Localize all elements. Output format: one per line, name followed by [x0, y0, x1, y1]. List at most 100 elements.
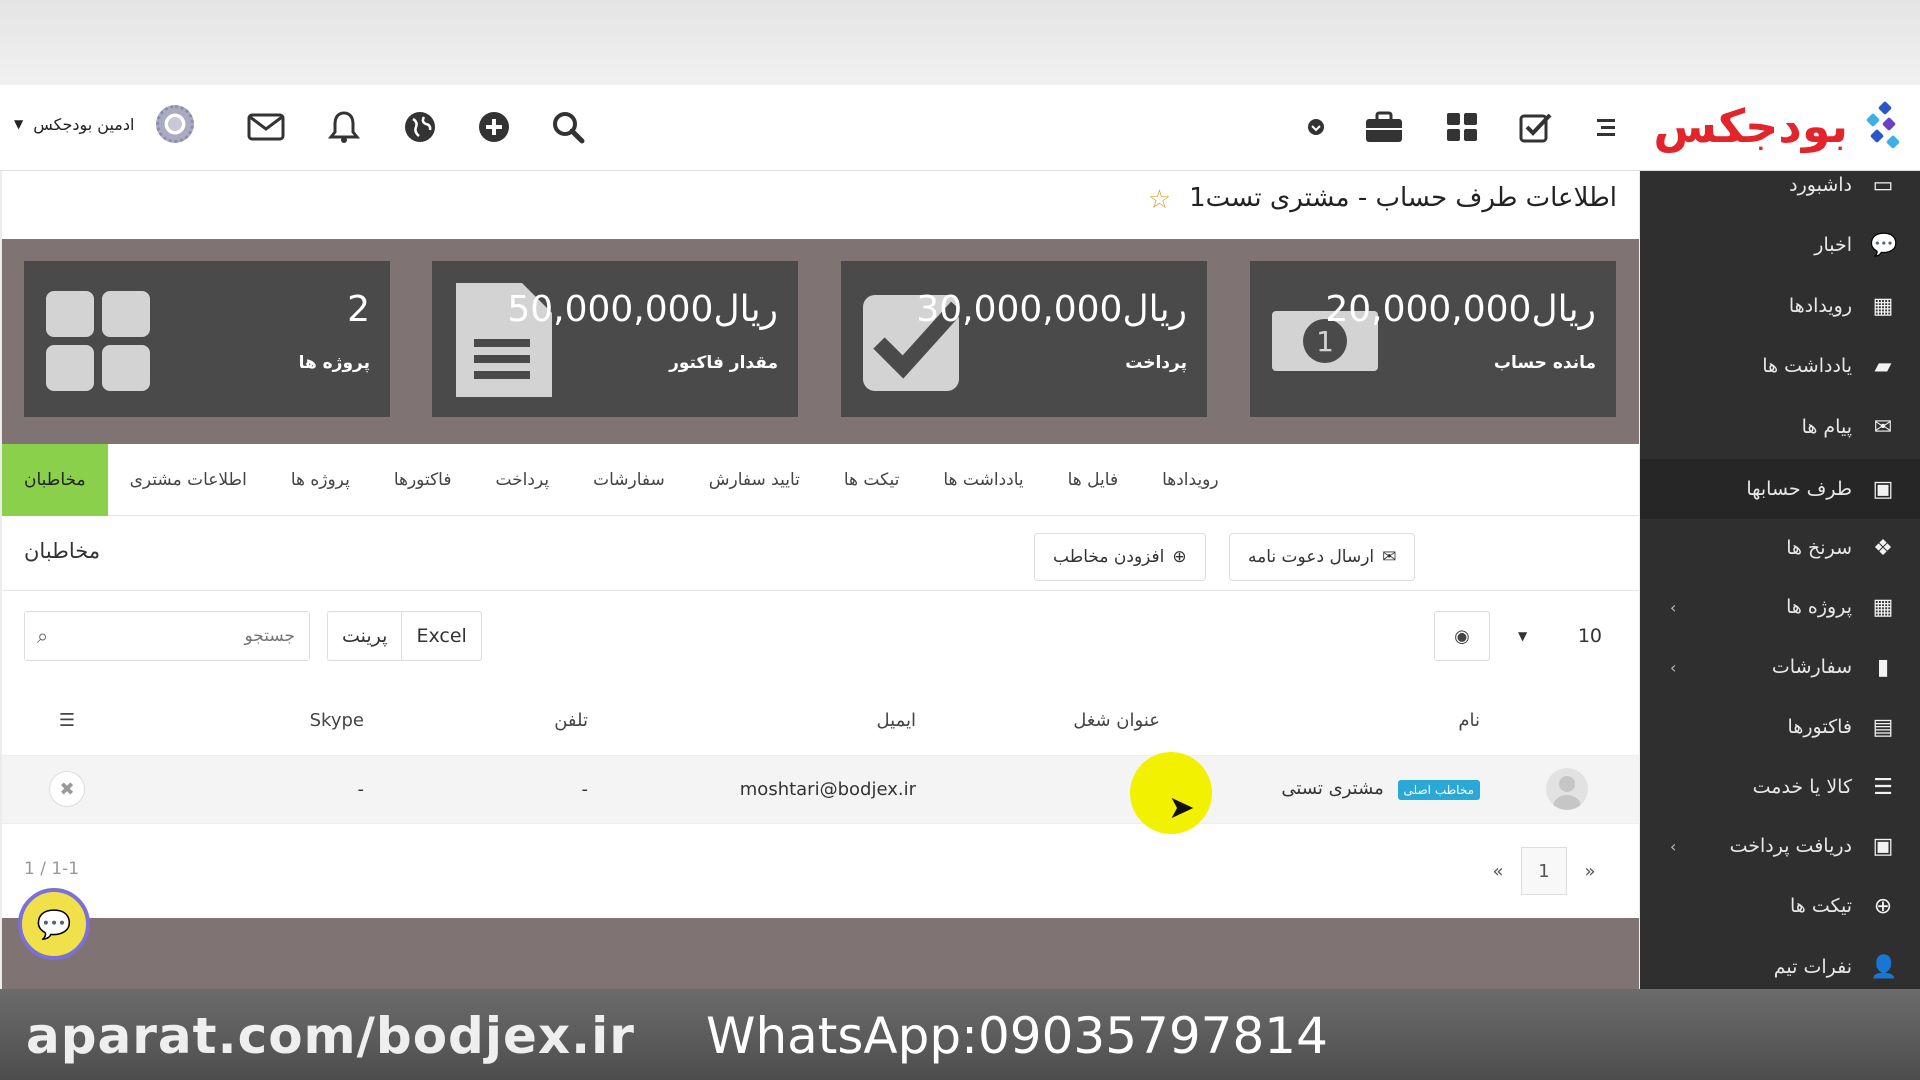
prev-page-button[interactable]: «: [1475, 847, 1521, 895]
tab-notes[interactable]: یادداشت ها: [921, 444, 1045, 516]
briefcase-icon[interactable]: [1364, 107, 1404, 147]
tab-tickets[interactable]: تیکت ها: [822, 444, 922, 516]
sidebar-item-messages[interactable]: پیام ها ✉: [1640, 397, 1920, 457]
caret-down-icon: ▼: [1518, 629, 1528, 643]
delete-cell: ✖: [2, 755, 132, 824]
app-header: بودجکس ▼ ادمین بودجکس: [0, 85, 1920, 171]
table-header-row: ☰ Skype تلفن ایمیل عنوان شغل نام: [2, 687, 1639, 756]
sidebar-item-payments[interactable]: ‹ دریافت پرداخت ▣: [1640, 816, 1920, 876]
tab-customer-info[interactable]: اطلاعات مشتری: [108, 444, 269, 516]
contacts-table: ☰ Skype تلفن ایمیل عنوان شغل نام ✖ - - m…: [2, 687, 1639, 824]
sidebar-item-news[interactable]: اخبار 💬: [1640, 215, 1920, 275]
logo-text: بودجکس: [1653, 99, 1848, 153]
video-watermark: aparat.com/bodjex.ir WhatsApp:0903579781…: [0, 989, 1920, 1080]
avatar: [1545, 768, 1588, 810]
tabs: رویدادها فایل ها یادداشت ها تیکت ها تایی…: [2, 444, 1639, 516]
user-icon: 👤: [1870, 954, 1898, 980]
bell-icon[interactable]: [324, 107, 364, 147]
search-icon: ⌕: [37, 624, 49, 648]
globe-icon[interactable]: [400, 107, 440, 147]
sidebar-item-projects[interactable]: ‹ پروژه ها ▦: [1640, 577, 1920, 637]
sidebar-item-orders[interactable]: ‹ سفارشات ▮: [1640, 637, 1920, 697]
tab-invoices[interactable]: فاکتورها: [372, 444, 474, 516]
page-size-select[interactable]: ▼ 10: [1504, 611, 1616, 661]
tab-contacts[interactable]: مخاطبان: [2, 444, 108, 516]
table-toolbar: ⌕ پرینت Excel ◉ ▼ 10: [2, 591, 1639, 687]
sidebar-item-label: اخبار: [1814, 234, 1852, 256]
plus-circle-icon[interactable]: [474, 107, 514, 147]
grid-icon[interactable]: [1442, 107, 1482, 147]
calendar-icon: ▦: [1872, 293, 1894, 319]
record-count: 1 / 1-1: [24, 859, 80, 879]
cell-skype: -: [132, 755, 378, 824]
sidebar-item-leads[interactable]: سرنخ ها ❖: [1640, 518, 1920, 578]
cell-email[interactable]: moshtari@bodjex.ir: [602, 755, 930, 824]
sidebar-item-label: پیام ها: [1801, 416, 1852, 438]
column-menu-icon[interactable]: ☰: [2, 687, 132, 756]
envelope-icon[interactable]: [246, 107, 286, 147]
sidebar-item-label: کالا یا خدمت: [1752, 776, 1852, 798]
eye-slash-icon[interactable]: ◉: [1434, 611, 1490, 661]
sidebar-item-label: نفرات تیم: [1773, 956, 1852, 978]
cell-avatar: [1494, 755, 1639, 824]
tab-payment[interactable]: پرداخت: [473, 444, 571, 516]
print-button[interactable]: پرینت: [328, 612, 401, 660]
column-email[interactable]: ایمیل: [602, 687, 930, 756]
sidebar-item-team[interactable]: نفرات تیم 👤: [1640, 937, 1920, 997]
user-menu[interactable]: ▼ ادمین بودجکس: [14, 105, 195, 143]
tab-files[interactable]: فایل ها: [1046, 444, 1140, 516]
close-icon[interactable]: ✖: [49, 771, 85, 807]
list-icon[interactable]: [1586, 107, 1626, 147]
sidebar-item-dashboard[interactable]: داشبورد ▭: [1640, 155, 1920, 215]
sidebar-item-tickets[interactable]: تیکت ها ⊕: [1640, 876, 1920, 936]
chevron-left-icon: ‹: [1670, 597, 1677, 617]
column-skype[interactable]: Skype: [132, 687, 378, 756]
heart-icon[interactable]: [1296, 107, 1336, 147]
file-text-icon: ▤: [1872, 714, 1894, 740]
monitor-icon: ▭: [1872, 172, 1894, 198]
stat-value: ریال30,000,000: [916, 289, 1187, 330]
star-icon[interactable]: ☆: [1148, 185, 1171, 215]
cell-phone: -: [378, 755, 602, 824]
sidebar-item-label: یادداشت ها: [1762, 355, 1852, 377]
cursor-arrow-icon: ➤: [1168, 788, 1195, 826]
add-contact-label: افزودن مخاطب: [1053, 547, 1165, 567]
tab-orders[interactable]: سفارشات: [571, 444, 687, 516]
page-title-bar: اطلاعات طرف حساب - مشتری تست1 ☆: [2, 171, 1639, 239]
sidebar-item-events[interactable]: رویدادها ▦: [1640, 276, 1920, 336]
window-top-bar: [0, 0, 1920, 85]
contact-name-link[interactable]: مشتری تستی: [1281, 778, 1383, 799]
excel-button[interactable]: Excel: [401, 612, 480, 660]
tab-order-approval[interactable]: تایید سفارش: [687, 444, 822, 516]
column-phone[interactable]: تلفن: [378, 687, 602, 756]
next-page-button[interactable]: »: [1567, 847, 1613, 895]
chevron-left-icon: ‹: [1670, 657, 1677, 677]
watermark-right: WhatsApp:09035797814: [706, 1007, 1328, 1065]
cubes-icon: ❖: [1873, 535, 1893, 561]
chat-button[interactable]: 💬: [18, 888, 90, 960]
book-icon: ▰: [1874, 353, 1892, 379]
stat-label: پروژه ها: [298, 353, 370, 373]
search-icon[interactable]: [548, 107, 588, 147]
checkbox-icon[interactable]: [1516, 107, 1556, 147]
envelope-icon: ✉: [1873, 414, 1893, 440]
plus-circle-icon: ⊕: [1172, 547, 1187, 567]
user-name: ادمین بودجکس: [33, 114, 135, 134]
add-contact-button[interactable]: افزودن مخاطب ⊕: [1034, 533, 1206, 581]
table-row[interactable]: ✖ - - moshtari@bodjex.ir مشتری تستی مخاط…: [2, 755, 1639, 824]
column-job-title[interactable]: عنوان شغل: [930, 687, 1174, 756]
contacts-header: مخاطبان ارسال دعوت نامه ✉ افزودن مخاطب ⊕: [2, 517, 1639, 591]
page-1-button[interactable]: 1: [1521, 847, 1567, 895]
sidebar-item-notes[interactable]: یادداشت ها ▰: [1640, 336, 1920, 396]
sidebar-item-accounts[interactable]: طرف حسابها ▣: [1640, 459, 1920, 519]
sidebar-item-invoices[interactable]: فاکتورها ▤: [1640, 697, 1920, 757]
briefcase-icon: ▣: [1872, 476, 1894, 502]
sidebar-item-label: داشبورد: [1789, 174, 1852, 196]
search-input[interactable]: [25, 612, 309, 660]
sidebar-item-products[interactable]: کالا یا خدمت ☰: [1640, 757, 1920, 817]
send-invite-button[interactable]: ارسال دعوت نامه ✉: [1229, 533, 1416, 581]
logo[interactable]: بودجکس: [1652, 95, 1902, 157]
tab-events[interactable]: رویدادها: [1140, 444, 1241, 516]
tab-projects[interactable]: پروژه ها: [269, 444, 372, 516]
column-name[interactable]: نام: [1174, 687, 1494, 756]
